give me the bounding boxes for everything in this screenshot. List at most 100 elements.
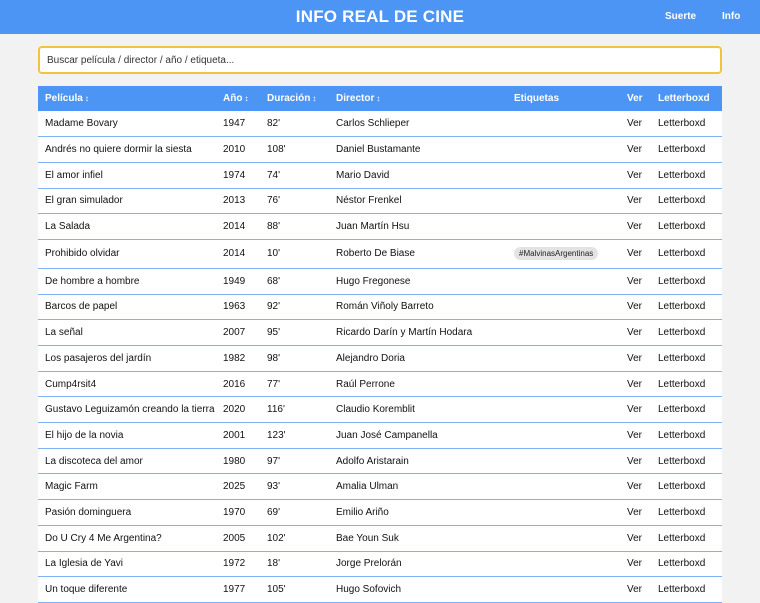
ver-link[interactable]: Ver	[627, 456, 642, 467]
title-cell: El gran simulador	[45, 195, 123, 207]
tags-cell	[507, 137, 620, 163]
letterboxd-link[interactable]: Letterboxd	[658, 353, 705, 364]
director-cell: Carlos Schlieper	[336, 118, 410, 130]
ver-link[interactable]: Ver	[627, 353, 642, 364]
ver-cell: Ver	[620, 577, 651, 603]
ver-cell: Ver	[620, 268, 651, 294]
ver-cell: Ver	[620, 346, 651, 372]
title-cell: Un toque diferente	[45, 584, 128, 596]
tags-cell	[507, 474, 620, 500]
column-header-letterboxd: Letterboxd	[651, 86, 722, 111]
table-row: Pasión dominguera 1970 69' Emilio Ariño Ver L…	[38, 500, 722, 526]
director-cell: Alejandro Doria	[336, 352, 405, 364]
director-cell: Adolfo Aristarain	[336, 455, 409, 467]
nav-suerte-link[interactable]: Suerte	[665, 11, 696, 22]
ver-cell: Ver	[620, 423, 651, 449]
letterboxd-link[interactable]: Letterboxd	[658, 481, 705, 492]
tags-cell	[507, 294, 620, 320]
letterboxd-link[interactable]: Letterboxd	[658, 301, 705, 312]
duration-cell: 74'	[267, 169, 281, 181]
tags-cell	[507, 268, 620, 294]
ver-cell: Ver	[620, 397, 651, 423]
director-cell: Néstor Frenkel	[336, 195, 402, 207]
letterboxd-link[interactable]: Letterboxd	[658, 379, 705, 390]
tags-cell	[507, 162, 620, 188]
ver-link[interactable]: Ver	[627, 379, 642, 390]
ver-cell: Ver	[620, 371, 651, 397]
letterboxd-link[interactable]: Letterboxd	[658, 195, 705, 206]
column-header-pelicula[interactable]: Película ↕	[38, 86, 216, 111]
search-input[interactable]	[38, 46, 722, 74]
ver-link[interactable]: Ver	[627, 404, 642, 415]
letterboxd-cell: Letterboxd	[651, 294, 722, 320]
tag-badge[interactable]: #MalvinasArgentinas	[514, 247, 599, 261]
letterboxd-link[interactable]: Letterboxd	[658, 533, 705, 544]
duration-cell: 68'	[267, 275, 281, 287]
letterboxd-link[interactable]: Letterboxd	[658, 221, 705, 232]
director-cell: Amalia Ulman	[336, 481, 399, 493]
ver-link[interactable]: Ver	[627, 533, 642, 544]
ver-link[interactable]: Ver	[627, 248, 642, 259]
year-cell: 2016	[223, 378, 246, 390]
letterboxd-cell: Letterboxd	[651, 188, 722, 214]
letterboxd-link[interactable]: Letterboxd	[658, 144, 705, 155]
letterboxd-link[interactable]: Letterboxd	[658, 507, 705, 518]
letterboxd-link[interactable]: Letterboxd	[658, 118, 705, 129]
ver-link[interactable]: Ver	[627, 276, 642, 287]
letterboxd-link[interactable]: Letterboxd	[658, 248, 705, 259]
letterboxd-link[interactable]: Letterboxd	[658, 327, 705, 338]
ver-link[interactable]: Ver	[627, 430, 642, 441]
year-cell: 1972	[223, 558, 246, 570]
letterboxd-link[interactable]: Letterboxd	[658, 430, 705, 441]
sort-arrows-icon[interactable]: ↕	[244, 94, 248, 103]
sort-arrows-icon[interactable]: ↕	[85, 94, 89, 103]
ver-link[interactable]: Ver	[627, 481, 642, 492]
letterboxd-link[interactable]: Letterboxd	[658, 584, 705, 595]
nav-info-link[interactable]: Info	[722, 11, 740, 22]
letterboxd-cell: Letterboxd	[651, 397, 722, 423]
letterboxd-cell: Letterboxd	[651, 525, 722, 551]
ver-link[interactable]: Ver	[627, 144, 642, 155]
sort-arrows-icon[interactable]: ↕	[312, 94, 316, 103]
duration-cell: 18'	[267, 558, 281, 570]
director-cell: Juan Martín Hsu	[336, 221, 410, 233]
letterboxd-link[interactable]: Letterboxd	[658, 276, 705, 287]
year-cell: 1980	[223, 455, 246, 467]
tags-cell	[507, 188, 620, 214]
ver-link[interactable]: Ver	[627, 195, 642, 206]
tags-cell	[507, 423, 620, 449]
column-header-duracion[interactable]: Duración ↕	[260, 86, 329, 111]
letterboxd-link[interactable]: Letterboxd	[658, 170, 705, 181]
ver-cell: Ver	[620, 137, 651, 163]
letterboxd-link[interactable]: Letterboxd	[658, 456, 705, 467]
table-row: La discoteca del amor 1980 97' Adolfo Arist…	[38, 448, 722, 474]
ver-link[interactable]: Ver	[627, 584, 642, 595]
column-header-label: Ver	[627, 93, 643, 104]
column-header-director[interactable]: Director ↕	[329, 86, 507, 111]
year-cell: 1974	[223, 169, 246, 181]
title-cell: Cump4rsit4	[45, 378, 97, 390]
sort-arrows-icon[interactable]: ↕	[376, 94, 380, 103]
ver-link[interactable]: Ver	[627, 301, 642, 312]
ver-link[interactable]: Ver	[627, 327, 642, 338]
duration-cell: 95'	[267, 327, 281, 339]
table-row: Do U Cry 4 Me Argentina? 2005 102' Bae Youn…	[38, 525, 722, 551]
ver-link[interactable]: Ver	[627, 221, 642, 232]
ver-link[interactable]: Ver	[627, 170, 642, 181]
title-cell: Los pasajeros del jardín	[45, 352, 152, 364]
ver-link[interactable]: Ver	[627, 558, 642, 569]
director-cell: Bae Youn Suk	[336, 532, 399, 544]
duration-cell: 116'	[267, 404, 285, 416]
ver-link[interactable]: Ver	[627, 118, 642, 129]
column-header-ver: Ver	[620, 86, 651, 111]
year-cell: 1970	[223, 506, 246, 518]
letterboxd-link[interactable]: Letterboxd	[658, 404, 705, 415]
duration-cell: 10'	[267, 248, 281, 260]
title-cell: La discoteca del amor	[45, 455, 143, 467]
director-cell: Daniel Bustamante	[336, 144, 421, 156]
letterboxd-link[interactable]: Letterboxd	[658, 558, 705, 569]
letterboxd-cell: Letterboxd	[651, 111, 722, 137]
column-header-anio[interactable]: Año ↕	[216, 86, 260, 111]
title-cell: Gustavo Leguizamón creando la tierra	[45, 404, 215, 416]
ver-link[interactable]: Ver	[627, 507, 642, 518]
